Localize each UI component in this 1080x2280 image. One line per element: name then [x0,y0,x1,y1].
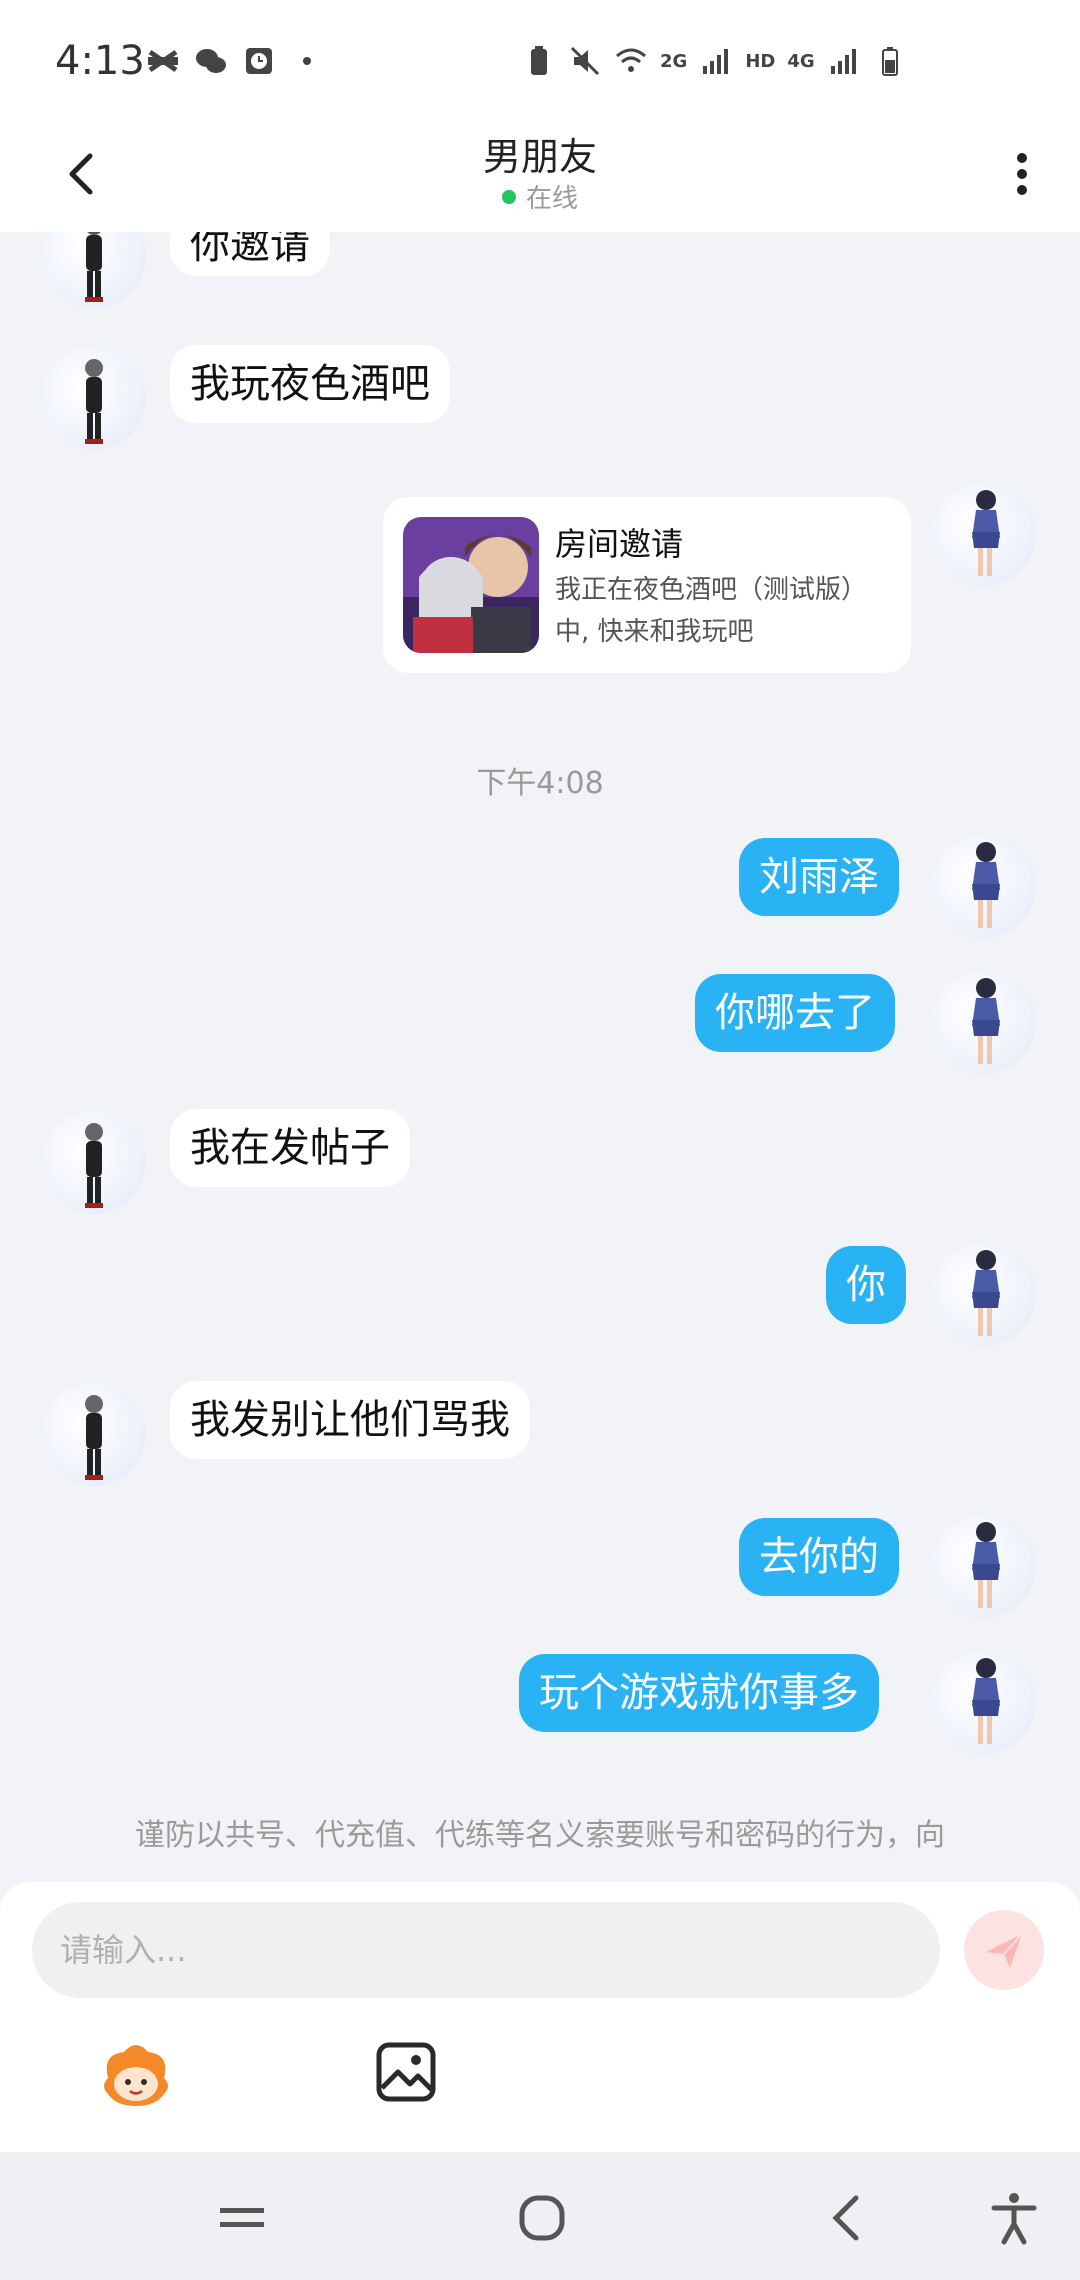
chat-message-list[interactable]: 你邀请 我玩夜色酒吧 房间邀请 我正在夜色酒吧（测试版）中, 快来和我玩吧 下午… [0,232,1080,1882]
friend-avatar[interactable] [42,1382,146,1486]
accessibility-button[interactable] [984,2188,1044,2248]
message-timestamp: 下午4:08 [476,766,604,801]
my-avatar[interactable] [932,1650,1036,1754]
back-nav-icon [832,2195,859,2241]
my-avatar[interactable] [932,1242,1036,1346]
network-4g-label: 4G [787,50,815,72]
wechat-icon [194,44,228,78]
capcut-icon [146,44,180,78]
chat-title: 男朋友 [482,135,597,179]
hd-label: HD [745,50,776,72]
game-thumbnail [403,517,539,653]
recents-icon [220,2208,264,2227]
invite-title: 房间邀请 [555,525,684,563]
image-icon [376,2042,436,2102]
message-bubble-in: 我在发帖子 [170,1109,410,1187]
battery-icon [873,44,907,78]
send-button[interactable] [964,1910,1044,1990]
chat-header: 男朋友 在线 [0,120,1080,232]
send-icon [986,1933,1023,1968]
system-nav-bar [0,2152,1080,2280]
emoji-mascot-button[interactable] [96,2034,176,2114]
invite-description: 我正在夜色酒吧（测试版）中, 快来和我玩吧 [555,575,868,647]
message-bubble-out: 去你的 [739,1518,899,1596]
friend-avatar[interactable] [42,1110,146,1214]
my-avatar[interactable] [932,482,1036,586]
home-button[interactable] [512,2188,572,2248]
mute-icon [568,44,602,78]
online-status: 在线 [0,178,1080,215]
room-invite-card[interactable]: 房间邀请 我正在夜色酒吧（测试版）中, 快来和我玩吧 [383,497,911,673]
clock-app-icon [242,44,276,78]
recent-apps-button[interactable] [212,2188,272,2248]
online-dot-icon [501,189,516,204]
my-avatar[interactable] [932,970,1036,1074]
message-composer: 请输入... [0,1882,1080,2152]
message-input[interactable]: 请输入... [32,1902,940,1998]
battery-saver-icon [522,44,556,78]
my-avatar[interactable] [932,834,1036,938]
message-bubble-out: 玩个游戏就你事多 [519,1654,879,1732]
message-bubble-out: 刘雨泽 [739,838,899,916]
safety-notice: 谨防以共号、代充值、代练等名义索要账号和密码的行为，向 [135,1818,945,1853]
image-picker-button[interactable] [374,2040,438,2104]
message-bubble-in: 我玩夜色酒吧 [170,345,450,423]
friend-avatar[interactable] [42,232,146,308]
more-options-button[interactable] [1000,144,1044,204]
my-avatar[interactable] [932,1514,1036,1618]
more-vertical-icon [1017,153,1027,195]
system-back-button[interactable] [818,2188,878,2248]
status-bar: 4:13 2G HD 4G [0,0,1080,120]
wifi-icon [614,44,648,78]
mascot-icon [104,2045,168,2106]
signal-icon [699,44,733,78]
signal-icon [827,44,861,78]
online-status-text: 在线 [525,184,578,214]
message-bubble-in: 你邀请 [170,232,330,276]
status-time: 4:13 [55,38,145,84]
message-bubble-out: 你哪去了 [695,974,895,1052]
home-icon [519,2195,565,2241]
dot-icon [290,44,324,78]
accessibility-icon [991,2193,1037,2245]
network-2g-label: 2G [660,50,688,72]
friend-avatar[interactable] [42,346,146,450]
message-bubble-out: 你 [826,1246,906,1324]
message-bubble-in: 我发别让他们骂我 [170,1381,530,1459]
